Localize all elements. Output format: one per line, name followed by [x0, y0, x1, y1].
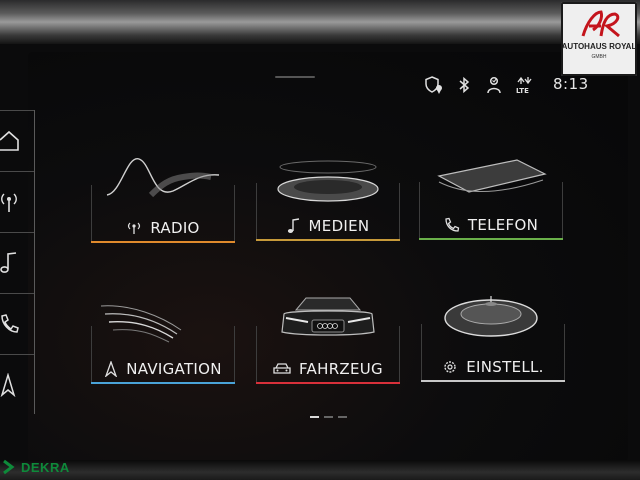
navigation-arrow-icon — [105, 361, 118, 377]
tile-settings-accent — [421, 380, 565, 382]
music-note-icon — [287, 218, 299, 233]
phone-icon — [1, 314, 19, 333]
tile-settings[interactable]: EINSTELL. — [421, 294, 565, 382]
tile-vehicle-label: FAHRZEUG — [256, 360, 400, 378]
status-bar: LTE — [424, 74, 544, 96]
media-icon — [0, 252, 17, 273]
rail-navigation[interactable] — [0, 354, 34, 415]
phone-icon — [445, 217, 460, 232]
tile-navigation-label: NAVIGATION — [91, 360, 235, 378]
home-icon — [0, 130, 19, 151]
tile-media[interactable]: MEDIEN — [256, 153, 400, 241]
radio-icon — [128, 222, 141, 234]
rail-home[interactable] — [0, 110, 34, 171]
dealer-subtitle: GMBH — [591, 54, 607, 60]
dealer-name: AUTOHAUS ROYAL — [561, 42, 637, 51]
navigation-icon — [0, 373, 16, 397]
navigation-road-illustration — [100, 305, 182, 343]
car-front-illustration — [281, 297, 375, 336]
dashboard-bezel-bottom — [0, 460, 640, 480]
notification-pull-handle[interactable] — [275, 76, 315, 78]
tile-navigation-accent — [91, 382, 235, 384]
dealer-logo: AUTOHAUS ROYAL GMBH — [561, 2, 637, 76]
phone-device-illustration — [437, 159, 547, 193]
tile-settings-text: EINSTELL. — [466, 358, 544, 376]
shortcut-rail — [0, 110, 35, 414]
tile-radio[interactable]: RADIO — [91, 155, 235, 243]
dekra-text: DEKRA — [21, 459, 70, 475]
dekra-watermark: DEKRA — [2, 459, 70, 475]
radio-icon — [1, 193, 17, 212]
tile-phone-label: TELEFON — [419, 216, 563, 234]
radio-wave-illustration — [106, 158, 220, 198]
page-dot[interactable] — [310, 416, 319, 418]
lte-icon[interactable]: LTE — [514, 75, 534, 95]
tile-media-accent — [256, 239, 400, 241]
tile-radio-text: RADIO — [150, 219, 200, 237]
tile-vehicle[interactable]: FAHRZEUG — [256, 296, 400, 384]
rail-phone[interactable] — [0, 293, 34, 354]
car-icon — [273, 363, 291, 374]
bluetooth-icon[interactable] — [454, 75, 474, 95]
privacy-location-icon[interactable] — [424, 75, 444, 95]
media-disc-illustration — [277, 160, 379, 202]
clock: 8:13 — [553, 75, 589, 93]
tile-navigation-text: NAVIGATION — [126, 360, 222, 378]
settings-dial-illustration — [444, 296, 538, 337]
tile-media-label: MEDIEN — [256, 217, 400, 235]
lte-text: LTE — [516, 87, 529, 95]
dashboard-bezel-top — [0, 0, 640, 44]
tile-radio-label: RADIO — [91, 219, 235, 237]
page-dot[interactable] — [338, 416, 347, 418]
tile-phone-accent — [419, 238, 563, 240]
page-dot[interactable] — [324, 416, 333, 418]
tile-phone[interactable]: TELEFON — [419, 152, 563, 240]
tile-radio-accent — [91, 241, 235, 243]
user-profile-icon[interactable] — [484, 75, 504, 95]
infotainment-screen — [28, 52, 628, 462]
tile-phone-text: TELEFON — [467, 216, 539, 234]
gear-icon — [444, 361, 456, 373]
tile-media-text: MEDIEN — [308, 217, 370, 235]
rail-radio[interactable] — [0, 171, 34, 232]
tile-vehicle-text: FAHRZEUG — [299, 360, 383, 378]
tile-vehicle-accent — [256, 382, 400, 384]
rail-media[interactable] — [0, 232, 34, 293]
page-indicator[interactable] — [310, 416, 352, 418]
tile-settings-label: EINSTELL. — [421, 358, 565, 376]
tile-navigation[interactable]: NAVIGATION — [91, 296, 235, 384]
dealer-monogram-logo — [581, 10, 620, 38]
dekra-logo-icon — [3, 459, 15, 475]
